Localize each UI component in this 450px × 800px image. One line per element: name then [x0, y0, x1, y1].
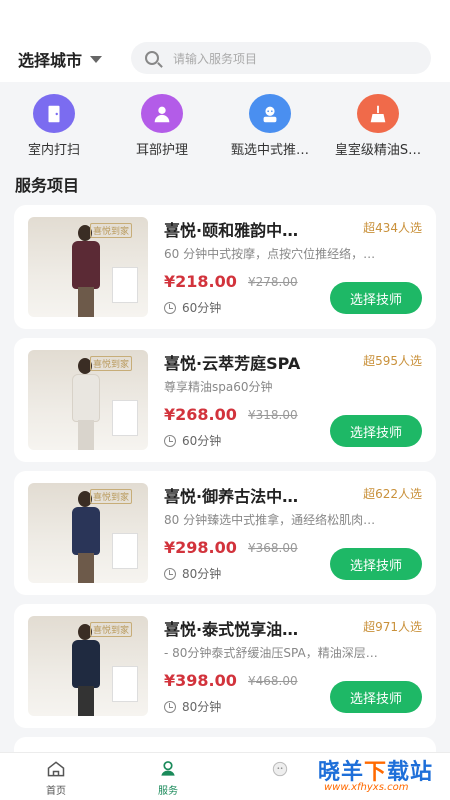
clock-icon — [164, 700, 176, 713]
tab-home[interactable]: 首页 — [0, 753, 112, 800]
section-title: 服务项目 — [15, 176, 80, 195]
sheep-icon — [272, 761, 288, 777]
home-icon — [47, 761, 65, 777]
service-card[interactable]: 喜悦到家 喜悦·泰式悦享油… 超971人选 - 80分钟泰式舒缓油压SPA，精油… — [14, 604, 436, 728]
door-icon — [33, 94, 75, 134]
category-label: 皇室级精油S… — [334, 143, 422, 157]
therapist-icon — [249, 94, 291, 134]
select-technician-button[interactable]: 选择技师 — [330, 681, 422, 713]
category-item-ear-care[interactable]: 耳部护理 — [108, 82, 216, 157]
service-price: ¥398.00 — [164, 671, 237, 690]
service-image-watermark: 喜悦到家 — [90, 356, 133, 371]
service-card[interactable]: 喜悦到家 喜悦·颐和雅韵中… 超434人选 60 分钟中式按摩，点按穴位推经络，… — [14, 205, 436, 329]
select-technician-button[interactable]: 选择技师 — [330, 548, 422, 580]
broom-icon — [357, 94, 399, 134]
tab-service[interactable]: 服务 — [112, 753, 224, 800]
service-name: 喜悦·泰式悦享油… — [164, 620, 299, 639]
service-image-watermark: 喜悦到家 — [90, 622, 133, 637]
person-icon — [141, 94, 183, 134]
duration-label: 60分钟 — [182, 301, 222, 315]
service-price: ¥268.00 — [164, 405, 237, 424]
service-description: 尊享精油spa60分钟 — [164, 380, 273, 394]
service-card[interactable]: 喜悦到家 喜悦·御养古法中… 超622人选 80 分钟臻选中式推拿，通经络松肌肉… — [14, 471, 436, 595]
service-duration: 80分钟 — [164, 565, 221, 582]
service-card[interactable]: 喜悦到家 喜悦·云萃芳庭SPA 超595人选 尊享精油spa60分钟 ¥268.… — [14, 338, 436, 462]
category-item-chinese-massage[interactable]: 甄选中式推… — [216, 82, 324, 157]
category-label: 室内打扫 — [27, 143, 80, 157]
duration-label: 80分钟 — [182, 567, 222, 581]
category-item-royal-oil-spa[interactable]: 皇室级精油S… — [324, 82, 432, 157]
service-price: ¥218.00 — [164, 272, 237, 291]
search-input[interactable]: 请输入服务项目 — [131, 42, 431, 74]
service-duration: 80分钟 — [164, 698, 221, 715]
sold-count: 超595人选 — [363, 354, 422, 368]
category-row: 室内打扫 耳部护理 甄选中式推… 皇室级精油S… — [0, 82, 450, 157]
service-image: 喜悦到家 — [28, 350, 148, 450]
service-name: 喜悦·御养古法中… — [164, 487, 299, 506]
city-selector[interactable]: 选择城市 — [18, 47, 103, 71]
service-name: 喜悦·云萃芳庭SPA — [164, 354, 301, 373]
category-item-indoor-cleaning[interactable]: 室内打扫 — [0, 82, 108, 157]
top-bar: 选择城市 请输入服务项目 — [0, 0, 450, 82]
service-duration: 60分钟 — [164, 299, 221, 316]
service-image: 喜悦到家 — [28, 483, 148, 583]
original-price: ¥368.00 — [248, 541, 298, 555]
original-price: ¥468.00 — [248, 674, 298, 688]
service-price: ¥298.00 — [164, 538, 237, 557]
category-label: 甄选中式推… — [230, 143, 309, 157]
search-icon — [145, 51, 159, 65]
duration-label: 60分钟 — [182, 434, 222, 448]
watermark-url: www.xfhyxs.com — [324, 782, 409, 793]
service-description: 60 分钟中式按摩，点按穴位推经络，… — [164, 247, 376, 261]
clock-icon — [164, 434, 176, 447]
duration-label: 80分钟 — [182, 700, 222, 714]
clock-icon — [164, 567, 176, 580]
service-image: 喜悦到家 — [28, 616, 148, 716]
sold-count: 超622人选 — [363, 487, 422, 501]
service-image: 喜悦到家 — [28, 217, 148, 317]
clock-icon — [164, 301, 176, 314]
service-name: 喜悦·颐和雅韵中… — [164, 221, 299, 240]
sold-count: 超971人选 — [363, 620, 422, 634]
city-selector-label: 选择城市 — [18, 51, 83, 70]
service-description: - 80分钟泰式舒缓油压SPA，精油深层… — [164, 646, 378, 660]
select-technician-button[interactable]: 选择技师 — [330, 282, 422, 314]
select-technician-button[interactable]: 选择技师 — [330, 415, 422, 447]
tab-label: 首页 — [46, 786, 66, 797]
original-price: ¥318.00 — [248, 408, 298, 422]
service-icon — [161, 761, 175, 776]
chevron-down-icon — [90, 55, 103, 63]
service-image-watermark: 喜悦到家 — [90, 489, 133, 504]
search-placeholder: 请输入服务项目 — [173, 51, 258, 66]
tab-label: 服务 — [158, 786, 178, 797]
service-description: 80 分钟臻选中式推拿，通经络松肌肉… — [164, 513, 376, 527]
service-duration: 60分钟 — [164, 432, 221, 449]
service-image-watermark: 喜悦到家 — [90, 223, 133, 238]
category-label: 耳部护理 — [135, 143, 188, 157]
site-watermark: 晓羊下载站 www.xfhyxs.com — [318, 752, 450, 800]
original-price: ¥278.00 — [248, 275, 298, 289]
sold-count: 超434人选 — [363, 221, 422, 235]
